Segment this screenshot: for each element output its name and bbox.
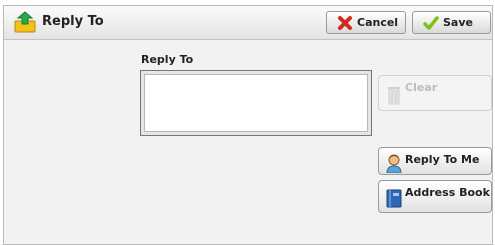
- reply-arrow-icon: [13, 10, 37, 34]
- cancel-button[interactable]: Cancel: [326, 11, 406, 34]
- person-icon: [385, 153, 403, 174]
- reply-to-field-label: Reply To: [141, 53, 194, 66]
- title-bar: Reply To Cancel Save: [4, 6, 492, 40]
- address-book-button-label: Address Book: [405, 186, 490, 199]
- address-book-button[interactable]: Address Book: [378, 180, 492, 213]
- save-button-label: Save: [443, 16, 473, 29]
- trash-can-icon: [385, 85, 403, 105]
- x-mark-icon: [337, 15, 353, 31]
- reply-to-me-button[interactable]: Reply To Me: [378, 147, 492, 175]
- reply-to-field[interactable]: [140, 70, 372, 136]
- checkmark-icon: [423, 15, 439, 31]
- reply-to-me-button-label: Reply To Me: [405, 153, 480, 166]
- save-button[interactable]: Save: [412, 11, 491, 34]
- reply-to-dialog: Reply To Cancel Save Reply To Clear Repl…: [3, 5, 493, 245]
- cancel-button-label: Cancel: [357, 16, 399, 29]
- clear-button-label: Clear: [405, 81, 438, 94]
- clear-button[interactable]: Clear: [378, 75, 492, 111]
- window-title: Reply To: [42, 14, 104, 29]
- book-icon: [385, 188, 403, 208]
